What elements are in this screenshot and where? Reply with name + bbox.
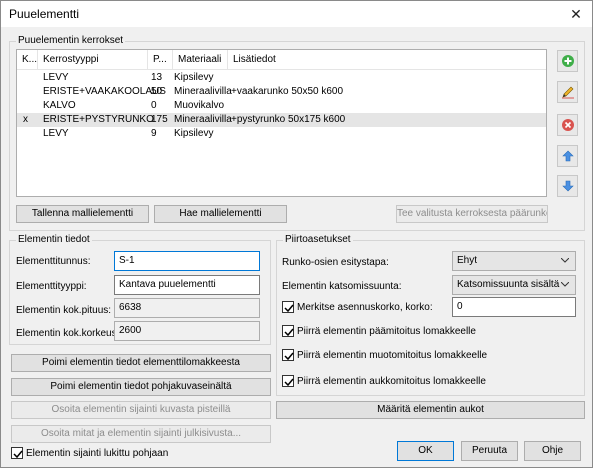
layer-material: Muovikalvo [174,100,225,111]
layer-material: Kipsilevy [174,128,214,139]
move-down-button[interactable] [557,175,578,197]
draw-settings-group-label: Piirtoasetukset [283,234,353,245]
move-up-button[interactable] [557,145,578,167]
layer-type: ERISTE+VAAKAKOOLAUS [43,86,166,97]
check-icon [13,450,23,459]
layer-extra: +vaakarunko 50x50 k600 [231,86,344,97]
element-length-label: Elementin kok.pituus: [16,305,112,316]
close-button[interactable]: ✕ [566,4,586,24]
element-id-field[interactable]: S-1 [114,251,260,271]
edit-layer-button[interactable] [557,81,578,103]
window-title: Puuelementti [9,7,80,21]
layer-thickness: 50 [151,86,163,97]
element-height-label: Elementin kok.korkeus: [16,328,120,339]
frame-display-value: Ehyt [457,255,478,266]
check-icon [284,378,294,387]
load-template-button[interactable]: Hae mallielementti [154,205,287,223]
layer-row-selected[interactable]: x ERISTE+PYSTYRUNKO 175 Mineraalivilla +… [17,113,546,127]
main-dims-label: Piirrä elementin päämitoitus lomakkeelle [297,326,476,337]
layer-type: ERISTE+PYSTYRUNKO [43,114,154,125]
layers-list[interactable]: K... Kerrostyyppi P... Materiaali Lisäti… [16,49,547,197]
layer-extra: +pystyrunko 50x175 k600 [231,114,346,125]
layer-material: Kipsilevy [174,72,214,83]
element-id-label: Elementtitunnus: [16,256,91,267]
define-openings-button[interactable]: Määritä elementin aukot [276,401,585,419]
layer-row[interactable]: LEVY 13 Kipsilevy [17,71,546,85]
layer-row[interactable]: KALVO 0 Muovikalvo [17,99,546,113]
layer-thickness: 0 [151,100,157,111]
frame-display-select[interactable]: Ehyt [452,251,576,271]
delete-layer-button[interactable] [557,114,578,136]
help-button[interactable]: Ohje [524,441,581,461]
add-layer-button[interactable] [557,50,578,72]
column-k[interactable]: K... [17,50,38,70]
make-main-frame-button[interactable]: Tee valitusta kerroksesta päärunko [396,205,548,223]
element-type-label: Elementtityyppi: [16,281,87,292]
move-down-icon [562,180,574,192]
layer-material: Mineraalivilla [174,86,232,97]
column-extra[interactable]: Lisätiedot [228,50,548,70]
mark-elevation-label: Merkitse asennuskorko, korko: [297,302,433,313]
check-icon [284,304,294,313]
element-height-field: 2600 [114,321,260,341]
mark-elevation-checkbox[interactable] [282,301,294,313]
element-length-field: 6638 [114,298,260,318]
cancel-button[interactable]: Peruuta [461,441,518,461]
opening-dims-label: Piirrä elementin aukkomitoitus lomakkeel… [297,376,486,387]
layer-row[interactable]: LEVY 9 Kipsilevy [17,127,546,141]
edit-icon [562,86,574,99]
layer-material: Mineraalivilla [174,114,232,125]
elevation-field[interactable]: 0 [452,297,576,317]
column-type[interactable]: Kerrostyyppi [38,50,148,70]
opening-dims-checkbox[interactable] [282,375,294,387]
layer-k: x [23,114,28,125]
layers-group-label: Puuelementin kerrokset [16,35,126,46]
layer-thickness: 13 [151,72,163,83]
chevron-down-icon [561,282,569,287]
locate-by-point-button[interactable]: Osoita elementin sijainti kuvasta pistei… [11,401,271,419]
view-direction-value: Katsomissuunta sisältä [457,279,560,290]
frame-display-label: Runko-osien esitystapa: [282,257,389,268]
lock-checkbox[interactable] [11,447,23,459]
shape-dims-checkbox[interactable] [282,349,294,361]
shape-dims-label: Piirrä elementin muotomitoitus lomakkeel… [297,350,488,361]
delete-icon [562,119,574,131]
pick-from-plan-button[interactable]: Poimi elementin tiedot pohjakuvaseinältä [11,378,271,396]
title-bar: Puuelementti ✕ [1,1,592,27]
element-type-field[interactable]: Kantava puuelementti [114,275,260,295]
column-material[interactable]: Materiaali [173,50,228,70]
view-direction-label: Elementin katsomissuunta: [282,281,402,292]
save-template-button[interactable]: Tallenna mallielementti [16,205,149,223]
add-icon [562,55,574,67]
check-icon [284,328,294,337]
dialog-window: Puuelementti ✕ Puuelementin kerrokset K.… [0,0,593,468]
check-icon [284,352,294,361]
lock-checkbox-label: Elementin sijainti lukittu pohjaan [26,448,169,459]
move-up-icon [562,150,574,162]
layer-type: LEVY [43,72,69,83]
element-info-group-label: Elementin tiedot [16,234,92,245]
chevron-down-icon [561,258,569,263]
layer-thickness: 175 [151,114,168,125]
pick-from-form-button[interactable]: Poimi elementin tiedot elementtilomakkee… [11,354,271,372]
ok-button[interactable]: OK [397,441,454,461]
column-p[interactable]: P... [148,50,173,70]
layer-type: LEVY [43,128,69,139]
locate-from-facade-button[interactable]: Osoita mitat ja elementin sijainti julki… [11,425,271,443]
view-direction-select[interactable]: Katsomissuunta sisältä [452,275,576,295]
layer-row[interactable]: ERISTE+VAAKAKOOLAUS 50 Mineraalivilla +v… [17,85,546,99]
main-dims-checkbox[interactable] [282,325,294,337]
layer-thickness: 9 [151,128,157,139]
layers-list-header: K... Kerrostyyppi P... Materiaali Lisäti… [17,50,546,70]
layer-type: KALVO [43,100,76,111]
